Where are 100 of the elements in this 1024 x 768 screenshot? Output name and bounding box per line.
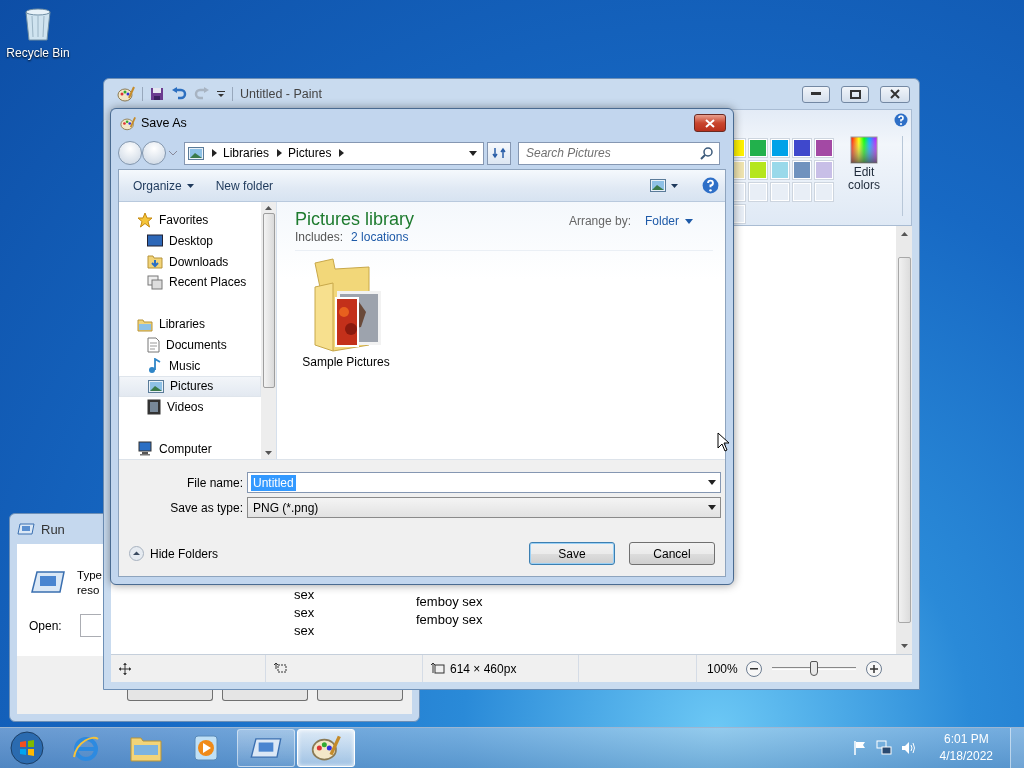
color-slot[interactable] xyxy=(814,182,834,202)
nav-item[interactable]: Pictures xyxy=(119,375,261,397)
description-text: Type xyxy=(77,568,102,583)
canvas-text: sex xyxy=(294,622,316,640)
edit-colors-label[interactable]: Edit colors xyxy=(844,166,884,192)
nav-item[interactable]: Documents xyxy=(119,334,261,356)
folder-icon[interactable] xyxy=(311,257,381,353)
zoom-in-button[interactable] xyxy=(865,660,882,677)
refresh-icon xyxy=(492,147,506,159)
hide-folders-button[interactable]: Hide Folders xyxy=(129,546,219,561)
open-label: Open: xyxy=(29,619,62,633)
caret-icon xyxy=(186,183,194,188)
arrange-dropdown[interactable]: Folder xyxy=(645,214,693,228)
chevron-icon[interactable] xyxy=(277,149,283,157)
scrollbar[interactable] xyxy=(261,202,276,459)
palette-icon[interactable] xyxy=(117,86,135,102)
scroll-up-icon[interactable] xyxy=(265,206,272,210)
color-swatch[interactable] xyxy=(792,138,812,158)
description-text: reso xyxy=(77,583,100,598)
minimize-button[interactable] xyxy=(802,85,830,103)
help-icon[interactable] xyxy=(702,177,719,194)
scroll-up-icon[interactable] xyxy=(900,232,908,236)
library-icon xyxy=(137,316,153,332)
color-swatch[interactable] xyxy=(748,160,768,180)
image-size-icon xyxy=(431,662,445,675)
flag-icon[interactable] xyxy=(852,740,867,756)
search-icon[interactable] xyxy=(700,146,713,160)
breadcrumb-item[interactable]: Libraries xyxy=(223,146,270,160)
zoom-out-button[interactable] xyxy=(745,660,762,677)
close-button[interactable] xyxy=(880,85,910,103)
file-label[interactable]: Sample Pictures xyxy=(302,355,390,369)
taskbar-app[interactable] xyxy=(297,729,355,767)
star-icon xyxy=(137,212,153,229)
open-field[interactable] xyxy=(80,614,101,637)
collapse-icon xyxy=(129,546,144,561)
help-icon[interactable] xyxy=(894,113,908,127)
back-forward-buttons[interactable] xyxy=(118,141,166,165)
nav-item[interactable]: Libraries xyxy=(119,313,261,335)
chevron-icon[interactable] xyxy=(212,149,217,157)
dialog-button[interactable]: Cancel xyxy=(629,542,715,565)
start-button[interactable] xyxy=(9,730,45,766)
nav-item[interactable]: Favorites xyxy=(119,210,261,231)
palette-icon xyxy=(120,115,136,131)
taskbar-app[interactable] xyxy=(237,729,295,767)
dialog-button[interactable]: Save xyxy=(529,542,615,565)
dropdown-icon[interactable] xyxy=(217,90,225,98)
icon-label[interactable]: Recycle Bin xyxy=(6,46,70,60)
scroll-thumb[interactable] xyxy=(262,213,275,388)
includes-label: Includes: xyxy=(295,230,344,244)
color-swatch[interactable] xyxy=(792,160,812,180)
scroll-down-icon[interactable] xyxy=(265,451,272,455)
undo-icon[interactable] xyxy=(171,87,187,101)
pictures-icon xyxy=(148,379,164,393)
canvas-text: sex xyxy=(294,586,316,604)
color-slot[interactable] xyxy=(770,182,790,202)
address-bar[interactable]: Libraries Pictures xyxy=(184,141,484,165)
dropdown-icon[interactable] xyxy=(708,505,716,510)
nav-item[interactable]: Computer xyxy=(119,438,261,460)
refresh-button[interactable] xyxy=(487,141,511,165)
chevron-icon[interactable] xyxy=(339,149,345,157)
new-folder-button[interactable]: New folder xyxy=(209,175,280,196)
zoom-level: 100% xyxy=(707,661,738,676)
nav-item[interactable]: Recent Places xyxy=(119,272,261,293)
close-button[interactable] xyxy=(694,114,726,132)
palette-icon xyxy=(311,734,341,762)
organize-button[interactable]: Organize xyxy=(127,175,200,196)
nav-item[interactable]: Downloads xyxy=(119,251,261,273)
move-icon xyxy=(119,662,131,675)
view-icon xyxy=(650,179,666,192)
nav-item[interactable]: Desktop xyxy=(119,230,261,252)
color-slot[interactable] xyxy=(792,182,812,202)
run-icon xyxy=(17,522,35,536)
color-swatch[interactable] xyxy=(770,138,790,158)
locations-link[interactable]: 2 locations xyxy=(351,230,409,244)
recycle-bin-icon[interactable] xyxy=(22,6,54,42)
caret-icon xyxy=(671,183,678,188)
volume-icon[interactable] xyxy=(900,740,917,756)
scroll-thumb[interactable] xyxy=(897,257,911,623)
nav-item[interactable]: Videos xyxy=(119,396,261,418)
color-spectrum-icon[interactable] xyxy=(850,136,878,164)
scrollbar[interactable] xyxy=(896,226,912,654)
scroll-down-icon[interactable] xyxy=(900,644,908,648)
minimize-icon xyxy=(811,92,821,96)
color-swatch[interactable] xyxy=(770,160,790,180)
color-slot[interactable] xyxy=(748,182,768,202)
save-type-dropdown[interactable]: PNG (*.png) xyxy=(247,497,721,518)
color-swatch[interactable] xyxy=(814,138,834,158)
color-swatch[interactable] xyxy=(748,138,768,158)
dropdown-icon[interactable] xyxy=(469,150,477,156)
save-icon[interactable] xyxy=(150,87,164,101)
zoom-slider[interactable] xyxy=(771,661,856,676)
nav-item[interactable]: Music xyxy=(119,355,261,376)
network-icon[interactable] xyxy=(875,740,892,756)
color-swatch[interactable] xyxy=(814,160,834,180)
search-field[interactable]: Search Pictures xyxy=(518,141,720,165)
breadcrumb-item[interactable]: Pictures xyxy=(288,146,332,160)
maximize-button[interactable] xyxy=(841,85,869,103)
window-title: Untitled - Paint xyxy=(240,87,322,101)
dropdown-icon[interactable] xyxy=(708,480,716,485)
plus-icon xyxy=(869,664,878,673)
